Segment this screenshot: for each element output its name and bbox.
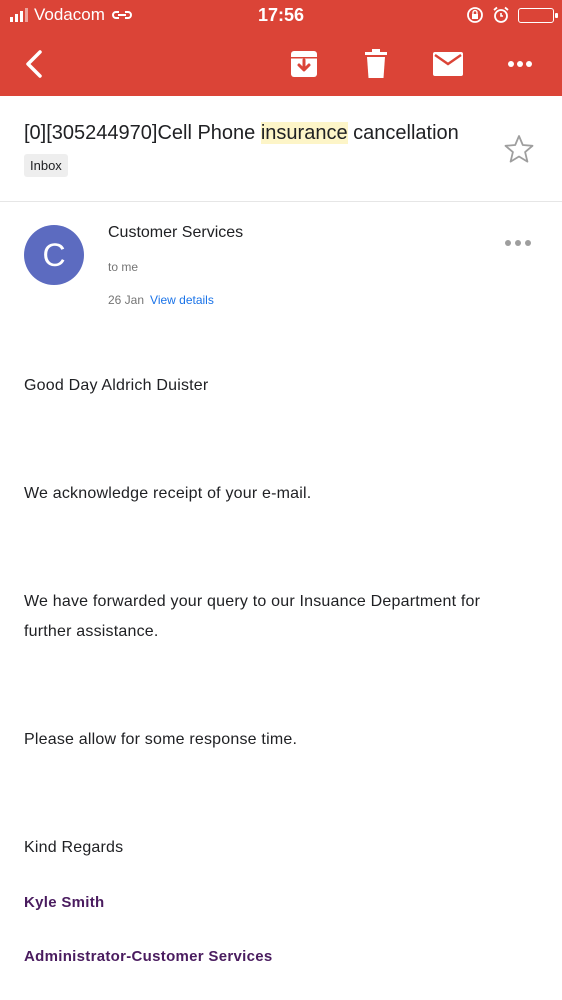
subject-suffix: cancellation [347, 122, 459, 144]
body-paragraph-2-line-2: further assistance. [24, 623, 159, 640]
archive-icon [291, 51, 317, 77]
archive-button[interactable] [276, 32, 332, 96]
email-date: 26 Jan [108, 293, 145, 307]
body-paragraph-1: We acknowledge receipt of your e-mail. [24, 485, 312, 502]
signature-title: Administrator-Customer Services [24, 948, 273, 965]
message-more-button[interactable] [505, 235, 535, 251]
sender-name[interactable]: Customer Services [108, 224, 243, 242]
sender-avatar[interactable]: C [24, 225, 84, 285]
star-button[interactable] [503, 133, 535, 165]
more-horizontal-icon [508, 61, 532, 67]
dot [505, 240, 511, 246]
back-button[interactable] [6, 32, 62, 96]
dot [525, 240, 531, 246]
trash-icon [365, 49, 387, 78]
star-icon [504, 135, 534, 163]
date-line: 26 Jan View details [108, 293, 214, 307]
mark-unread-icon [433, 52, 463, 76]
body-paragraph-3: Please allow for some response time. [24, 731, 298, 748]
delete-button[interactable] [348, 32, 404, 96]
subject-highlight: insurance [260, 122, 348, 144]
header-divider [0, 201, 562, 202]
back-arrow-icon [26, 50, 42, 78]
body-greeting: Good Day Aldrich Duister [24, 377, 209, 394]
status-right [466, 6, 558, 24]
email-subject: [0][305244970]Cell Phone insurance cance… [24, 119, 494, 147]
status-bar: Vodacom 17:56 [0, 0, 562, 32]
alarm-icon [493, 6, 509, 23]
body-paragraph-2-line-1: We have forwarded your query to our Insu… [24, 593, 481, 610]
battery-icon [518, 7, 558, 23]
recipient-line: to me [108, 260, 139, 274]
inbox-label[interactable]: Inbox [24, 154, 68, 177]
app-toolbar [0, 32, 562, 96]
dot [515, 240, 521, 246]
mark-unread-button[interactable] [420, 32, 476, 96]
body-closing: Kind Regards [24, 839, 124, 856]
more-options-button[interactable] [492, 32, 548, 96]
signature-name: Kyle Smith [24, 894, 105, 911]
subject-prefix: [0][305244970]Cell Phone [24, 122, 261, 144]
view-details-link[interactable]: View details [150, 293, 214, 307]
rotation-lock-icon [467, 7, 483, 23]
